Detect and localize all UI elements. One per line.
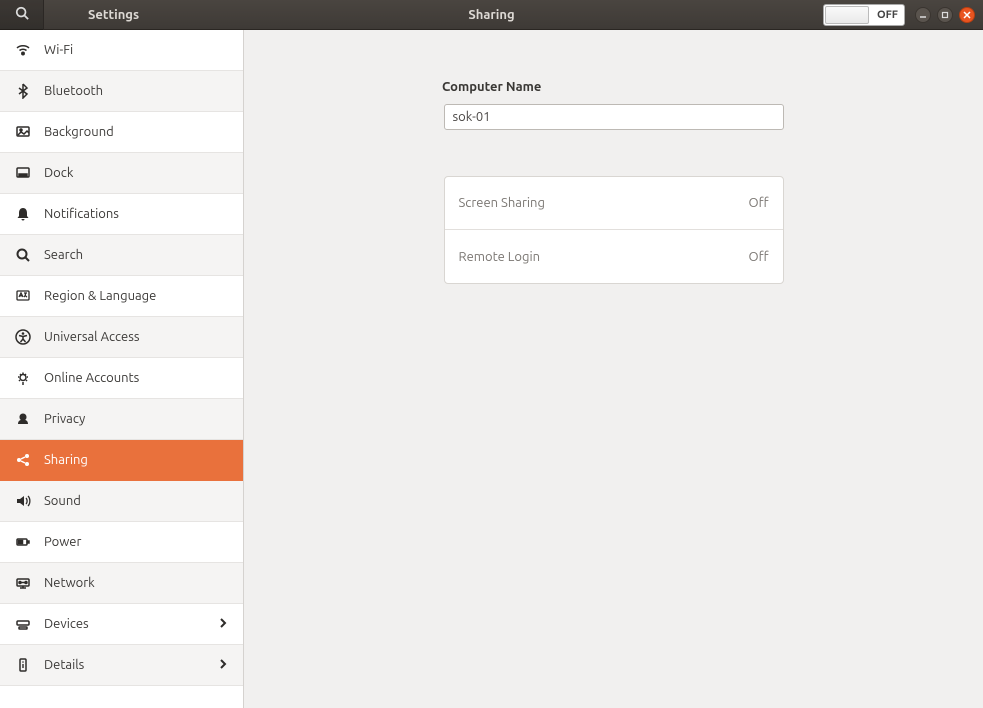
network-icon: [14, 574, 32, 592]
titlebar: Settings Sharing OFF: [0, 0, 983, 30]
sidebar-item-online-accounts[interactable]: Online Accounts: [0, 358, 243, 399]
sidebar-item-sharing[interactable]: Sharing: [0, 440, 243, 481]
sharing-master-toggle[interactable]: OFF: [823, 4, 905, 26]
option-status: Off: [749, 196, 769, 210]
sidebar-item-label: Power: [44, 535, 229, 549]
chevron-right-icon: [217, 617, 229, 632]
option-row-remote-login[interactable]: Remote Login Off: [445, 230, 783, 283]
sidebar-item-notifications[interactable]: Notifications: [0, 194, 243, 235]
sidebar-item-sound[interactable]: Sound: [0, 481, 243, 522]
bluetooth-icon: [14, 82, 32, 100]
sidebar-item-power[interactable]: Power: [0, 522, 243, 563]
sidebar-item-devices[interactable]: Devices: [0, 604, 243, 645]
dock-icon: [14, 164, 32, 182]
sidebar-item-search[interactable]: Search: [0, 235, 243, 276]
header-right: OFF: [823, 4, 975, 26]
search-button[interactable]: [0, 0, 44, 30]
sidebar-item-dock[interactable]: Dock: [0, 153, 243, 194]
option-name: Remote Login: [459, 250, 541, 264]
search-icon: [14, 246, 32, 264]
option-row-screen-sharing[interactable]: Screen Sharing Off: [445, 177, 783, 230]
sidebar-item-label: Devices: [44, 617, 217, 631]
sidebar-item-label: Sound: [44, 494, 229, 508]
minimize-button[interactable]: [915, 7, 931, 23]
option-name: Screen Sharing: [459, 196, 545, 210]
close-button[interactable]: [959, 7, 975, 23]
sidebar-item-label: Details: [44, 658, 217, 672]
sidebar-item-label: Search: [44, 248, 229, 262]
sidebar-item-label: Wi-Fi: [44, 43, 229, 57]
accessibility-icon: [14, 328, 32, 346]
content: Wi-Fi Bluetooth Background Dock Notification…: [0, 30, 983, 708]
sidebar-title: Settings: [88, 8, 139, 22]
computer-name-input[interactable]: [444, 104, 784, 130]
sidebar-item-label: Background: [44, 125, 229, 139]
search-icon: [15, 6, 29, 24]
maximize-button[interactable]: [937, 7, 953, 23]
sidebar-item-privacy[interactable]: Privacy: [0, 399, 243, 440]
sidebar-item-details[interactable]: Details: [0, 645, 243, 686]
sidebar: Wi-Fi Bluetooth Background Dock Notification…: [0, 30, 244, 708]
computer-name-label: Computer Name: [442, 80, 541, 94]
sidebar-item-label: Sharing: [44, 453, 229, 467]
share-icon: [14, 451, 32, 469]
region-icon: [14, 287, 32, 305]
sidebar-item-bluetooth[interactable]: Bluetooth: [0, 71, 243, 112]
sidebar-item-label: Privacy: [44, 412, 229, 426]
main-panel: Computer Name Screen SharingOffRemote Lo…: [244, 30, 983, 708]
chevron-right-icon: [217, 658, 229, 673]
sidebar-item-wi-fi[interactable]: Wi-Fi: [0, 30, 243, 71]
sidebar-item-universal-access[interactable]: Universal Access: [0, 317, 243, 358]
sidebar-item-background[interactable]: Background: [0, 112, 243, 153]
sidebar-item-label: Universal Access: [44, 330, 229, 344]
option-status: Off: [749, 250, 769, 264]
privacy-icon: [14, 410, 32, 428]
bell-icon: [14, 205, 32, 223]
page-title: Sharing: [468, 8, 514, 22]
sidebar-item-label: Online Accounts: [44, 371, 229, 385]
sidebar-item-label: Notifications: [44, 207, 229, 221]
wifi-icon: [14, 41, 32, 59]
toggle-thumb: [825, 6, 869, 24]
sidebar-item-label: Dock: [44, 166, 229, 180]
window-controls: [915, 7, 975, 23]
sidebar-item-region-language[interactable]: Region & Language: [0, 276, 243, 317]
sidebar-item-label: Region & Language: [44, 289, 229, 303]
background-icon: [14, 123, 32, 141]
devices-icon: [14, 615, 32, 633]
sidebar-item-label: Bluetooth: [44, 84, 229, 98]
sharing-options-list: Screen Sharing Off Remote Login Off: [444, 176, 784, 284]
sound-icon: [14, 492, 32, 510]
toggle-label: OFF: [877, 9, 898, 21]
cloud-icon: [14, 369, 32, 387]
sidebar-item-network[interactable]: Network: [0, 563, 243, 604]
details-icon: [14, 656, 32, 674]
power-icon: [14, 533, 32, 551]
sidebar-item-label: Network: [44, 576, 229, 590]
